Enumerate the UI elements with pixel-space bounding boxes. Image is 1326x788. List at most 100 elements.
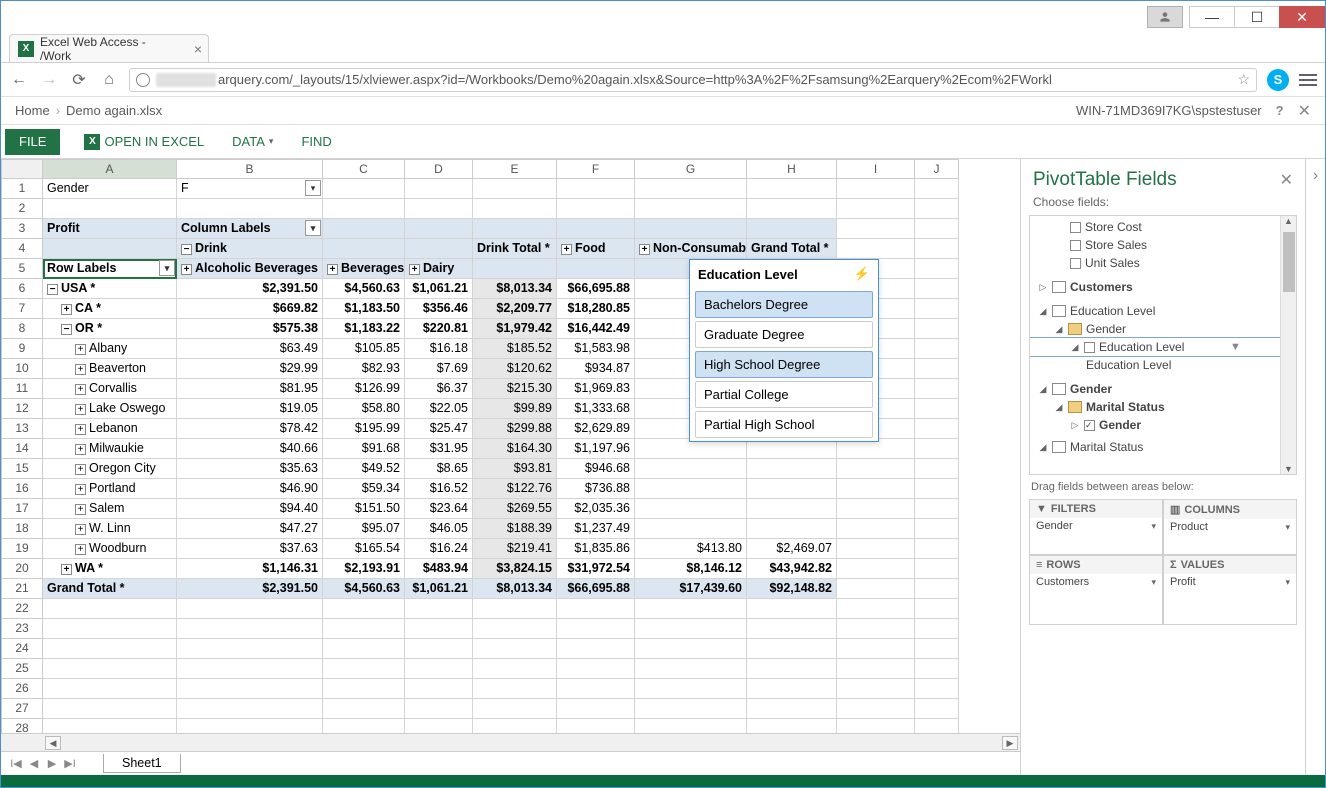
col-J[interactable]: J (915, 159, 959, 179)
prev-sheet-icon[interactable]: ◀ (25, 757, 43, 770)
collapse-icon[interactable]: ◢ (1070, 342, 1080, 353)
grand-total-label[interactable]: Grand Total * (43, 579, 177, 599)
slicer-item[interactable]: Partial High School (695, 411, 873, 438)
reload-button[interactable]: ⟳ (69, 70, 89, 90)
browser-tab[interactable]: X Excel Web Access - /Work × (9, 34, 209, 62)
grand-total-col[interactable]: Grand Total * (747, 239, 837, 259)
slicer-item[interactable]: Bachelors Degree (695, 291, 873, 318)
next-sheet-icon[interactable]: ▶ (43, 757, 61, 770)
collapse-icon[interactable]: − (47, 284, 58, 295)
first-sheet-icon[interactable]: I◀ (7, 757, 25, 770)
fieldlist-scrollbar[interactable]: ▲ ▼ (1280, 216, 1296, 474)
rows-box[interactable]: ≡ROWS Customers▾ (1029, 555, 1163, 625)
scroll-right-icon[interactable]: ▶ (1002, 736, 1018, 750)
collapse-icon[interactable]: − (61, 324, 72, 335)
clear-filter-icon[interactable]: ⚡ (854, 266, 870, 282)
expand-icon[interactable]: + (409, 264, 420, 275)
skype-icon[interactable]: S (1267, 69, 1289, 91)
row-label[interactable]: +Portland (43, 479, 177, 499)
last-sheet-icon[interactable]: ▶I (61, 757, 79, 770)
col-C[interactable]: C (323, 159, 405, 179)
col-B[interactable]: B (177, 159, 323, 179)
open-in-excel-button[interactable]: X OPEN IN EXCEL (70, 134, 218, 150)
expand-pane-icon[interactable]: › (1305, 159, 1325, 775)
breadcrumb-file[interactable]: Demo again.xlsx (66, 103, 162, 118)
col-H[interactable]: H (747, 159, 837, 179)
expand-icon[interactable]: ▷ (1038, 282, 1048, 293)
minimize-button[interactable]: — (1189, 6, 1235, 28)
expand-icon[interactable]: + (75, 524, 86, 535)
checkbox[interactable] (1070, 258, 1081, 269)
collapse-icon[interactable]: ◢ (1054, 324, 1064, 335)
row-label[interactable]: +Lebanon (43, 419, 177, 439)
row-label[interactable]: +Milwaukie (43, 439, 177, 459)
row-label[interactable]: +Oregon City (43, 459, 177, 479)
breadcrumb-home[interactable]: Home (15, 103, 50, 118)
address-bar[interactable]: arquery.com/_layouts/15/xlviewer.aspx?id… (129, 68, 1257, 92)
new-tab-button[interactable] (215, 40, 235, 58)
account-label[interactable]: WIN-71MD369I7KG\spstestuser (1076, 103, 1262, 118)
row-label[interactable]: +Beaverton (43, 359, 177, 379)
expand-icon[interactable]: + (61, 564, 72, 575)
expand-icon[interactable]: + (75, 404, 86, 415)
back-button[interactable]: ← (9, 70, 29, 90)
row-label[interactable]: −OR * (43, 319, 177, 339)
data-menu[interactable]: DATA▾ (218, 134, 287, 149)
expand-icon[interactable]: ▷ (1070, 420, 1080, 431)
alc-col[interactable]: +Alcoholic Beverages (177, 259, 323, 279)
row-label[interactable]: +Albany (43, 339, 177, 359)
filter-value[interactable]: F▾ (177, 179, 323, 199)
row-label[interactable]: −USA * (43, 279, 177, 299)
select-all-corner[interactable] (1, 159, 43, 179)
nonc-col[interactable]: +Non-Consumable (635, 239, 747, 259)
col-I[interactable]: I (837, 159, 915, 179)
col-F[interactable]: F (557, 159, 635, 179)
row-label[interactable]: +Woodburn (43, 539, 177, 559)
horizontal-scrollbar[interactable]: ◀ ▶ (1, 733, 1020, 751)
user-slot[interactable] (1147, 6, 1183, 28)
expand-icon[interactable]: + (327, 264, 338, 275)
drink-col[interactable]: −Drink (177, 239, 323, 259)
home-button[interactable]: ⌂ (99, 70, 119, 90)
filter-icon[interactable]: ▼ (1230, 341, 1241, 353)
checkbox[interactable] (1070, 222, 1081, 233)
scroll-left-icon[interactable]: ◀ (45, 736, 61, 750)
close-panel-icon[interactable]: ✕ (1298, 101, 1311, 121)
col-dropdown-icon[interactable]: ▾ (305, 220, 321, 236)
collapse-icon[interactable]: ◢ (1038, 442, 1048, 453)
sheet-tab[interactable]: Sheet1 (103, 754, 181, 773)
expand-icon[interactable]: + (75, 384, 86, 395)
filter-label[interactable]: Gender (43, 179, 177, 199)
collapse-icon[interactable]: ◢ (1038, 384, 1048, 395)
row-label[interactable]: +Lake Oswego (43, 399, 177, 419)
expand-icon[interactable]: + (561, 244, 572, 255)
education-slicer[interactable]: Education Level⚡ Bachelors DegreeGraduat… (689, 259, 879, 442)
bookmark-star-icon[interactable]: ☆ (1237, 71, 1250, 88)
collapse-icon[interactable]: − (181, 244, 192, 255)
chrome-menu-icon[interactable] (1299, 74, 1317, 86)
slicer-item[interactable]: Partial College (695, 381, 873, 408)
row-label[interactable]: +CA * (43, 299, 177, 319)
collapse-icon[interactable]: ◢ (1038, 306, 1048, 317)
expand-icon[interactable]: + (75, 544, 86, 555)
slicer-item[interactable]: High School Degree (695, 351, 873, 378)
file-tab[interactable]: FILE (5, 129, 60, 155)
drink-total-col[interactable]: Drink Total * (473, 239, 557, 259)
expand-icon[interactable]: + (75, 504, 86, 515)
close-fieldlist-icon[interactable]: ✕ (1280, 170, 1293, 190)
maximize-button[interactable]: ☐ (1234, 6, 1280, 28)
filter-dropdown-icon[interactable]: ▾ (305, 180, 321, 196)
row-dropdown-icon[interactable]: ▾ (159, 260, 175, 276)
bev-col[interactable]: +Beverages (323, 259, 405, 279)
col-A[interactable]: A (43, 159, 177, 179)
row-label[interactable]: +WA * (43, 559, 177, 579)
col-D[interactable]: D (405, 159, 473, 179)
expand-icon[interactable]: + (75, 424, 86, 435)
dairy-col[interactable]: +Dairy (405, 259, 473, 279)
food-col[interactable]: +Food (557, 239, 635, 259)
expand-icon[interactable]: + (75, 364, 86, 375)
column-labels[interactable]: Column Labels▾ (177, 219, 323, 239)
columns-box[interactable]: ▥COLUMNS Product▾ (1163, 499, 1297, 555)
col-G[interactable]: G (635, 159, 747, 179)
expand-icon[interactable]: + (75, 484, 86, 495)
